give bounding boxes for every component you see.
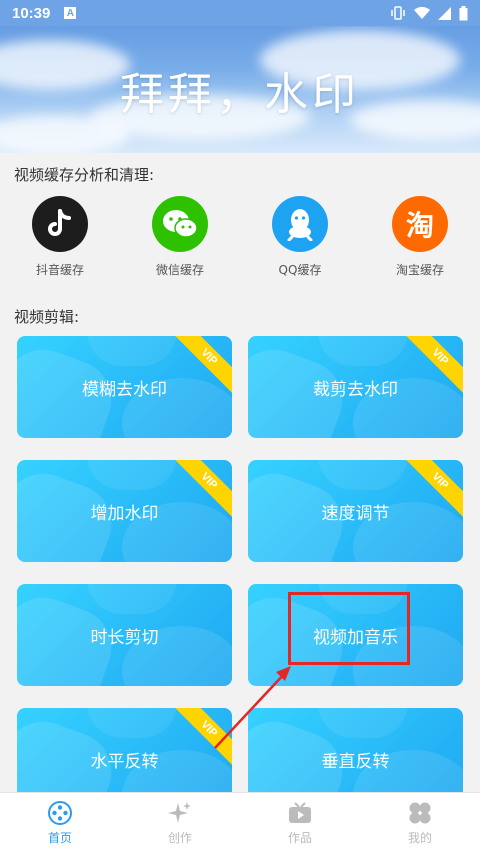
tab-works[interactable]: 作品 — [240, 793, 360, 853]
tab-create-label: 创作 — [167, 831, 192, 845]
tab-mine-label: 我的 — [407, 831, 432, 845]
petals-grid-icon — [409, 802, 431, 824]
annotation-arrow-icon — [214, 666, 291, 749]
sparkle-icon — [168, 802, 191, 823]
bottom-navigation: 首页 创作 作品 我的 — [0, 792, 480, 853]
tab-create[interactable]: 创作 — [120, 793, 240, 853]
tab-mine[interactable]: 我的 — [360, 793, 480, 853]
tv-play-icon — [289, 802, 311, 823]
film-reel-icon — [48, 801, 72, 825]
tab-works-label: 作品 — [287, 831, 312, 845]
tab-home[interactable]: 首页 — [0, 793, 120, 853]
tab-home-label: 首页 — [47, 831, 72, 845]
